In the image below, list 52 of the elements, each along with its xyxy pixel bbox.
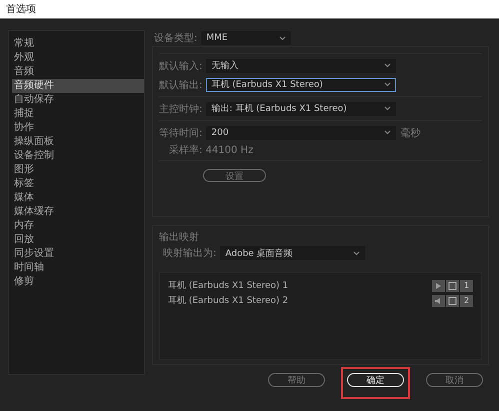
sidebar-item[interactable]: 操纵面板	[12, 135, 144, 149]
sidebar-item[interactable]: 音频	[12, 65, 144, 79]
sidebar-item[interactable]: 自动保存	[12, 93, 144, 107]
sidebar-item[interactable]: 外观	[12, 51, 144, 65]
sidebar-item[interactable]: 常规	[12, 37, 144, 51]
dialog-button[interactable]: 取消	[426, 373, 483, 387]
sidebar-item[interactable]: 同步设置	[12, 247, 144, 261]
sidebar-item[interactable]: 设备控制	[12, 149, 144, 163]
sidebar-item[interactable]: 音频硬件	[12, 79, 144, 93]
window-title: 首选项	[0, 0, 499, 19]
dropdown[interactable]: 200	[206, 126, 396, 140]
sidebar-item[interactable]: 协作	[12, 121, 144, 135]
group-title: 输出映射	[159, 230, 200, 244]
sidebar-item[interactable]: 修剪	[12, 275, 144, 289]
dropdown[interactable]: 耳机 (Earbuds X1 Stereo)	[206, 78, 396, 92]
chevron-down-icon	[384, 63, 392, 68]
square-icon[interactable]	[446, 294, 459, 307]
channel-number[interactable]: 2	[460, 294, 473, 307]
dialog-button[interactable]: 确定	[347, 373, 404, 387]
field-label: 默认输出:	[159, 78, 202, 92]
sidebar-item[interactable]: 图形	[12, 163, 144, 177]
chevron-down-icon	[353, 250, 360, 256]
unit-label: 毫秒	[400, 126, 420, 140]
sidebar-item[interactable]: 回放	[12, 233, 144, 247]
field-label: 等待时间:	[159, 126, 202, 140]
speaker-icon[interactable]	[432, 294, 445, 307]
sidebar-item[interactable]: 捕捉	[12, 107, 144, 121]
sidebar-item[interactable]: 媒体	[12, 191, 144, 205]
device-type-dropdown[interactable]: MME	[201, 31, 292, 45]
sidebar-item[interactable]: 媒体缓存	[12, 205, 144, 219]
sidebar-item[interactable]: 标签	[12, 177, 144, 191]
output-dropdown[interactable]: Adobe 桌面音频	[220, 246, 366, 260]
square-icon[interactable]	[446, 280, 459, 292]
sample-rate-text: 采样率: 44100 Hz	[169, 144, 254, 157]
settings-button[interactable]: 设置	[203, 169, 266, 182]
field-label: 映射输出为:	[163, 246, 216, 260]
channel-label: 耳机 (Earbuds X1 Stereo) 2	[168, 294, 288, 308]
sidebar-item[interactable]: 内存	[12, 219, 144, 233]
dialog-button[interactable]: 帮助	[268, 373, 325, 387]
field-label: 主控时钟:	[159, 102, 202, 116]
field-label: 设备类型:	[154, 32, 198, 45]
chevron-down-icon	[384, 82, 392, 87]
dropdown[interactable]: 无输入	[206, 58, 396, 72]
play-icon[interactable]	[432, 280, 445, 292]
chevron-down-icon	[384, 106, 392, 111]
sidebar-item[interactable]: 时间轴	[12, 261, 144, 275]
chevron-down-icon	[279, 36, 286, 40]
channel-label: 耳机 (Earbuds X1 Stereo) 1	[168, 280, 288, 292]
chevron-down-icon	[384, 130, 392, 135]
dropdown[interactable]: 输出: 耳机 (Earbuds X1 Stereo)	[206, 102, 396, 116]
field-label: 默认输入:	[159, 60, 202, 72]
channel-number[interactable]: 1	[460, 280, 473, 292]
